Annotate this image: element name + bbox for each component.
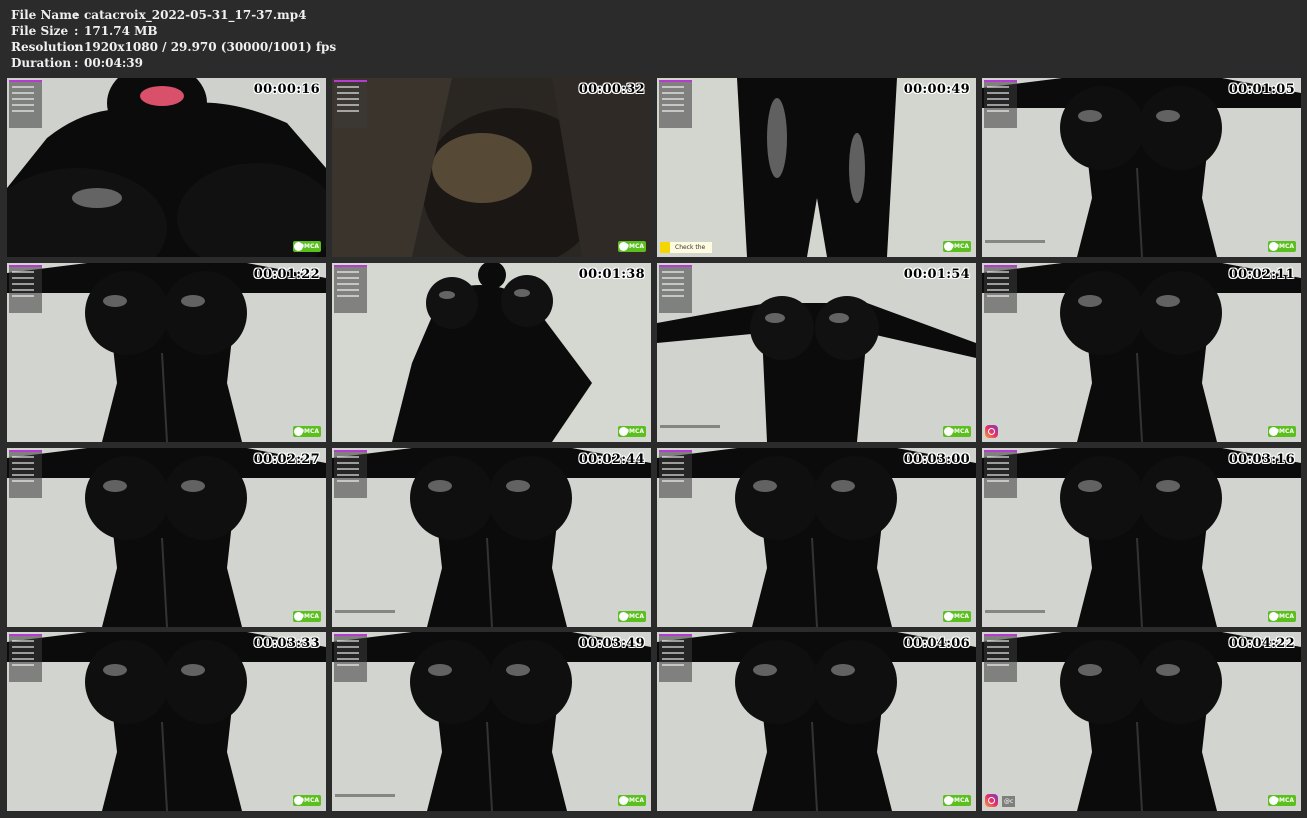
- timestamp: 00:02:44: [578, 452, 645, 467]
- thumbnail-image: [7, 632, 326, 811]
- thumbnail-image: [332, 632, 651, 811]
- thumbnail-image: [982, 78, 1301, 257]
- overlay-text: Check the: [675, 244, 706, 251]
- dmca-badge: DMCA: [943, 611, 971, 622]
- timestamp: 00:03:49: [578, 636, 645, 651]
- instagram-icon: [985, 425, 998, 438]
- stream-menu-overlay: [984, 265, 1017, 313]
- thumbnail-image: [982, 632, 1301, 811]
- video-thumbnail[interactable]: DMCA 00:00:16: [7, 78, 326, 257]
- thumbnail-image: [657, 263, 976, 442]
- stream-menu-overlay: [659, 80, 692, 128]
- video-thumbnail[interactable]: DMCA 00:03:00: [657, 448, 976, 627]
- stream-menu-overlay: [334, 80, 367, 128]
- video-thumbnail[interactable]: DMCA 00:01:38: [332, 263, 651, 442]
- stream-menu-overlay: [334, 634, 367, 682]
- timestamp: 00:03:33: [253, 636, 320, 651]
- video-thumbnail[interactable]: DMCA 00:04:06: [657, 632, 976, 811]
- dmca-badge: DMCA: [293, 795, 321, 806]
- timestamp: 00:01:22: [253, 267, 320, 282]
- timestamp: 00:00:49: [903, 82, 970, 97]
- timestamp: 00:04:06: [903, 636, 970, 651]
- dmca-badge: DMCA: [943, 241, 971, 252]
- stream-menu-overlay: [984, 634, 1017, 682]
- thumbnail-image: [332, 448, 651, 627]
- chat-overlay: [335, 794, 395, 797]
- stream-menu-overlay: [659, 634, 692, 682]
- chat-overlay: [335, 610, 395, 613]
- timestamp: 00:02:11: [1228, 267, 1295, 282]
- thumbnail-image: [7, 78, 326, 257]
- stream-menu-overlay: [984, 80, 1017, 128]
- dmca-badge: DMCA: [1268, 795, 1296, 806]
- stream-menu-overlay: [9, 265, 42, 313]
- stream-menu-overlay: [659, 265, 692, 313]
- dmca-badge: DMCA: [1268, 611, 1296, 622]
- chat-overlay: [985, 610, 1045, 613]
- thumbnail-image: [657, 632, 976, 811]
- stream-menu-overlay: [984, 450, 1017, 498]
- video-thumbnail[interactable]: Check the DMCA 00:00:49: [657, 78, 976, 257]
- stream-menu-overlay: [9, 450, 42, 498]
- thumbnail-image: [982, 263, 1301, 442]
- video-thumbnail[interactable]: DMCA 00:03:33: [7, 632, 326, 811]
- chat-overlay: [985, 240, 1045, 243]
- dmca-badge: DMCA: [293, 611, 321, 622]
- dmca-badge: DMCA: [1268, 241, 1296, 252]
- timestamp: 00:04:22: [1228, 636, 1295, 651]
- stream-menu-overlay: [9, 80, 42, 128]
- chat-overlay: [660, 425, 720, 428]
- thumbnail-image: [982, 448, 1301, 627]
- video-thumbnail[interactable]: DMCA 00:02:44: [332, 448, 651, 627]
- video-thumbnail[interactable]: DMCA 00:01:05: [982, 78, 1301, 257]
- stream-menu-overlay: [659, 450, 692, 498]
- thumbnail-grid: DMCA 00:00:16 DMCA 00:00:32 Check the DMCA 0…: [0, 0, 1307, 818]
- dmca-badge: DMCA: [943, 426, 971, 437]
- stream-menu-overlay: [334, 450, 367, 498]
- dmca-badge: DMCA: [618, 611, 646, 622]
- timestamp: 00:03:16: [1228, 452, 1295, 467]
- video-thumbnail[interactable]: DMCA 00:03:49: [332, 632, 651, 811]
- dmca-badge: DMCA: [293, 241, 321, 252]
- video-thumbnail[interactable]: DMCA 00:00:32: [332, 78, 651, 257]
- thumbnail-image: [332, 263, 651, 442]
- dmca-badge: DMCA: [618, 241, 646, 252]
- timestamp: 00:00:16: [253, 82, 320, 97]
- overlay-text: @c: [1002, 796, 1016, 807]
- timestamp: 00:01:38: [578, 267, 645, 282]
- thumbnail-image: [7, 263, 326, 442]
- dmca-badge: DMCA: [618, 426, 646, 437]
- timestamp: 00:02:27: [253, 452, 320, 467]
- stream-menu-overlay: [9, 634, 42, 682]
- video-thumbnail[interactable]: DMCA 00:02:11: [982, 263, 1301, 442]
- video-thumbnail[interactable]: DMCA 00:02:27: [7, 448, 326, 627]
- timestamp: 00:01:54: [903, 267, 970, 282]
- thumbnail-image: [7, 448, 326, 627]
- video-thumbnail[interactable]: DMCA 00:01:22: [7, 263, 326, 442]
- instagram-icon: [985, 794, 998, 807]
- stream-menu-overlay: [334, 265, 367, 313]
- video-thumbnail[interactable]: @c DMCA 00:04:22: [982, 632, 1301, 811]
- thumbnail-image: [657, 448, 976, 627]
- dmca-badge: DMCA: [943, 795, 971, 806]
- timestamp: 00:00:32: [578, 82, 645, 97]
- thumbnail-image: [332, 78, 651, 257]
- dmca-badge: DMCA: [618, 795, 646, 806]
- video-thumbnail[interactable]: DMCA 00:03:16: [982, 448, 1301, 627]
- dmca-badge: DMCA: [293, 426, 321, 437]
- video-thumbnail[interactable]: DMCA 00:01:54: [657, 263, 976, 442]
- timestamp: 00:01:05: [1228, 82, 1295, 97]
- thumbnail-image: [657, 78, 976, 257]
- timestamp: 00:03:00: [903, 452, 970, 467]
- dmca-badge: DMCA: [1268, 426, 1296, 437]
